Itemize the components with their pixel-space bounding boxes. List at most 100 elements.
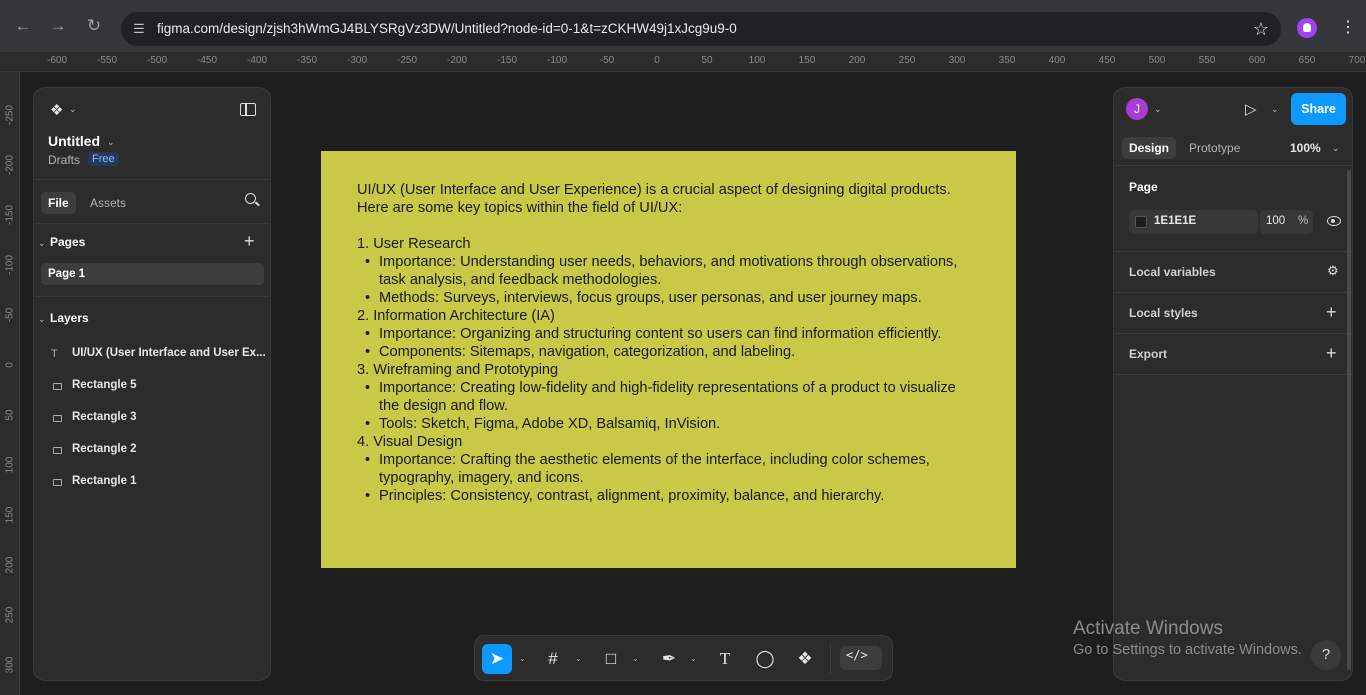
bullet-item: Components: Sitemaps, navigation, catego… — [357, 343, 980, 361]
activate-windows-subtitle: Go to Settings to activate Windows. — [1073, 642, 1302, 658]
layer-label: Rectangle 2 — [72, 443, 137, 455]
zoom-level[interactable]: 100% — [1290, 141, 1321, 155]
chevron-down-icon[interactable]: ⌄ — [1154, 104, 1162, 115]
reload-icon[interactable]: ↻ — [84, 16, 104, 36]
forward-icon[interactable]: → — [48, 16, 68, 36]
bookmark-star-icon[interactable]: ☆ — [1253, 19, 1269, 40]
scrollbar[interactable] — [1347, 170, 1351, 670]
ruler-tick-label: 200 — [4, 556, 16, 574]
chevron-down-icon[interactable]: ⌄ — [38, 238, 46, 249]
ruler-tick-label: -50 — [4, 307, 16, 323]
actions-tool-icon[interactable]: ❖ — [793, 644, 817, 674]
ruler-tick-label: -600 — [46, 55, 68, 66]
ruler-tick-label: -150 — [4, 204, 16, 226]
move-tool-icon[interactable]: ➤ — [482, 644, 512, 674]
add-export-icon[interactable]: + — [1326, 344, 1337, 362]
visibility-eye-icon[interactable] — [1327, 216, 1341, 226]
bullet-item: Methods: Surveys, interviews, focus grou… — [357, 289, 980, 307]
user-avatar[interactable]: J — [1126, 98, 1148, 120]
ruler-tick-label: -550 — [96, 55, 118, 66]
ruler-tick-label: 500 — [1148, 55, 1166, 66]
tab-design[interactable]: Design — [1122, 137, 1177, 159]
ruler-tick-label: 150 — [4, 506, 16, 524]
frame-tool-icon[interactable]: # — [541, 644, 565, 674]
toggle-sidebar-icon[interactable] — [240, 103, 256, 116]
add-page-icon[interactable]: + — [244, 232, 255, 250]
code-icon: </> — [846, 648, 868, 662]
ruler-tick-label: 50 — [701, 55, 713, 66]
tab-prototype[interactable]: Prototype — [1182, 137, 1247, 159]
chevron-down-icon[interactable]: ⌄ — [1271, 104, 1279, 115]
bullet-list: Importance: Crafting the aesthetic eleme… — [357, 451, 980, 505]
layer-item[interactable]: Rectangle 2 — [34, 438, 272, 462]
variables-sliders-icon[interactable]: ⚙ — [1327, 263, 1339, 279]
color-hex[interactable]: 1E1E1E — [1154, 215, 1196, 227]
address-bar[interactable]: ☰ figma.com/design/zjsh3hWmGJ4BLYSRgVz3D… — [121, 12, 1281, 46]
bullet-item: Importance: Organizing and structuring c… — [357, 325, 980, 343]
tab-assets[interactable]: Assets — [83, 192, 133, 214]
chevron-down-icon[interactable]: ⌄ — [38, 314, 46, 325]
divider — [34, 296, 270, 297]
rectangle-icon — [53, 415, 62, 422]
left-panel: ❖ ⌄ Untitled ⌄ Drafts Free File Assets ⌄… — [33, 87, 271, 681]
local-variables-label[interactable]: Local variables — [1129, 265, 1216, 279]
dev-mode-toggle[interactable]: </> — [840, 646, 882, 670]
add-style-icon[interactable]: + — [1326, 303, 1337, 321]
chevron-down-icon[interactable]: ⌄ — [1332, 143, 1340, 154]
layer-item[interactable]: Rectangle 1 — [34, 470, 272, 494]
ruler-horizontal: -600 -550 -500 -450 -400 -350 -300 -250 -200 -150… — [0, 52, 1366, 72]
rectangle-tool-icon[interactable]: □ — [599, 644, 623, 674]
help-button[interactable]: ? — [1311, 640, 1341, 670]
ruler-tick-label: 150 — [798, 55, 816, 66]
divider — [34, 179, 270, 180]
canvas-text-frame[interactable]: UI/UX (User Interface and User Experienc… — [321, 151, 1016, 568]
browser-menu-icon[interactable]: ⋮ — [1340, 17, 1356, 37]
page-item[interactable]: Page 1 — [41, 263, 264, 285]
chevron-down-icon[interactable]: ⌄ — [575, 654, 582, 663]
bullet-item: Tools: Sketch, Figma, Adobe XD, Balsamiq… — [357, 415, 980, 433]
chevron-down-icon[interactable]: ⌄ — [632, 654, 639, 663]
figma-menu-icon[interactable]: ❖ — [50, 101, 63, 119]
chevron-down-icon[interactable]: ⌄ — [107, 137, 115, 148]
ruler-tick-label: 0 — [654, 55, 660, 66]
plan-badge: Free — [88, 152, 119, 166]
layers-header[interactable]: Layers — [50, 311, 89, 325]
pen-tool-icon[interactable]: ✒ — [657, 644, 681, 674]
page-color-field[interactable]: 1E1E1E — [1129, 210, 1258, 234]
layer-item[interactable]: Rectangle 5 — [34, 374, 272, 398]
export-label[interactable]: Export — [1129, 347, 1167, 361]
layer-label: Rectangle 1 — [72, 475, 137, 487]
ruler-tick-label: 50 — [4, 409, 16, 421]
text-tool-icon[interactable]: T — [713, 644, 737, 674]
tab-file[interactable]: File — [41, 192, 76, 214]
site-settings-icon[interactable]: ☰ — [131, 21, 147, 37]
layer-item[interactable]: Rectangle 3 — [34, 406, 272, 430]
opacity-value[interactable]: 100 — [1266, 215, 1285, 227]
browser-toolbar: ← → ↻ ☰ figma.com/design/zjsh3hWmGJ4BLYS… — [0, 0, 1366, 52]
chevron-down-icon[interactable]: ⌄ — [519, 654, 526, 663]
chevron-down-icon[interactable]: ⌄ — [690, 654, 697, 663]
pages-header[interactable]: Pages — [50, 235, 85, 249]
ruler-tick-label: 100 — [748, 55, 766, 66]
local-styles-label[interactable]: Local styles — [1129, 306, 1198, 320]
color-swatch[interactable] — [1135, 216, 1147, 228]
rectangle-icon — [53, 479, 62, 486]
chevron-down-icon[interactable]: ⌄ — [69, 104, 77, 115]
comment-tool-icon[interactable]: ◯ — [753, 644, 777, 674]
profile-avatar-icon[interactable] — [1297, 18, 1317, 38]
share-button[interactable]: Share — [1291, 93, 1346, 125]
bullet-item: Importance: Creating low-fidelity and hi… — [357, 379, 980, 415]
ruler-tick-label: -400 — [246, 55, 268, 66]
bottom-toolbar: ➤ ⌄ # ⌄ □ ⌄ ✒ ⌄ T ◯ ❖ </> — [474, 635, 893, 681]
back-icon[interactable]: ← — [13, 16, 33, 36]
ruler-tick-label: 700 — [1348, 55, 1366, 66]
search-icon[interactable] — [245, 193, 256, 204]
ruler-tick-label: 0 — [4, 362, 16, 368]
section-heading: 1. User Research — [357, 236, 471, 252]
page-opacity-field[interactable]: 100 % — [1260, 210, 1313, 234]
drafts-label[interactable]: Drafts — [48, 153, 80, 167]
present-play-icon[interactable]: ▷ — [1245, 100, 1257, 118]
url-text[interactable]: figma.com/design/zjsh3hWmGJ4BLYSRgVz3DW/… — [157, 21, 737, 36]
layer-item[interactable]: T UI/UX (User Interface and User Ex... — [34, 342, 272, 366]
file-title[interactable]: Untitled — [48, 133, 100, 149]
